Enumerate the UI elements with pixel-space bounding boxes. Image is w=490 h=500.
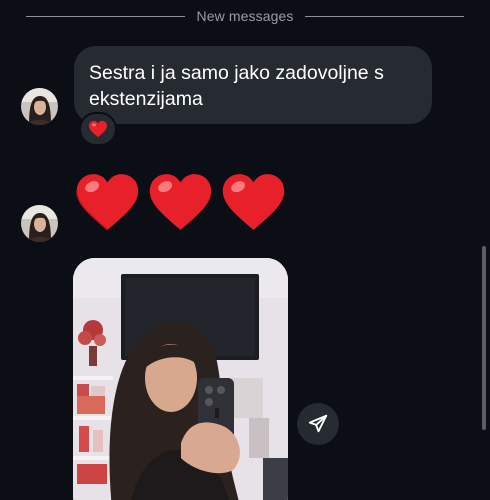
photo-image — [73, 258, 288, 500]
heart-icon — [89, 120, 107, 138]
message-text: Sestra i ja samo jako zadovoljne s ekste… — [89, 62, 384, 110]
share-button[interactable] — [297, 403, 339, 445]
new-messages-label: New messages — [196, 8, 294, 24]
photo-message[interactable] — [73, 258, 288, 500]
sender-avatar[interactable] — [21, 205, 58, 242]
heart-icon — [76, 174, 139, 231]
scrollbar[interactable] — [482, 246, 486, 430]
emoji-message[interactable] — [74, 170, 287, 234]
send-icon — [308, 414, 328, 433]
sender-avatar[interactable] — [21, 88, 58, 125]
divider-line-right — [305, 15, 464, 17]
chat-screen: New messages Sestra i ja samo jako zadov… — [0, 0, 490, 500]
heart-icon — [149, 174, 212, 230]
message-reaction[interactable] — [79, 112, 117, 146]
divider-line-left — [26, 15, 185, 17]
heart-icon — [222, 174, 285, 230]
message-bubble[interactable]: Sestra i ja samo jako zadovoljne s ekste… — [74, 46, 432, 124]
new-messages-divider: New messages — [26, 6, 464, 26]
